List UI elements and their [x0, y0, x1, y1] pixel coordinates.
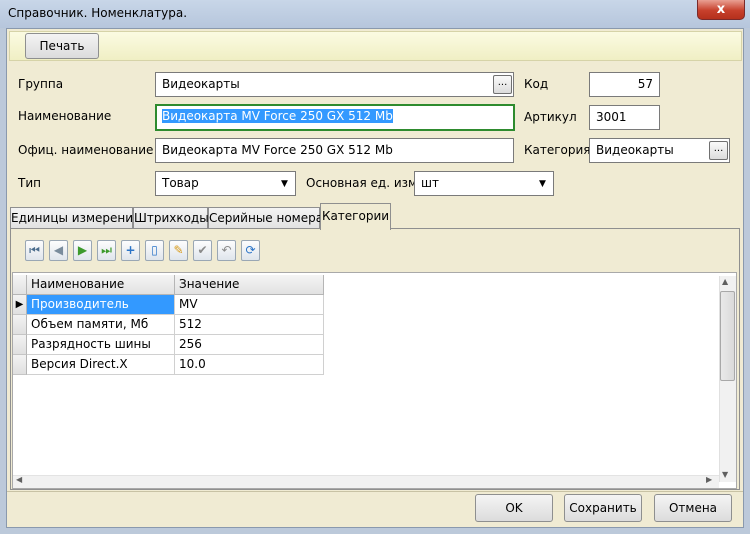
type-select[interactable]: Товар	[155, 171, 296, 196]
tab-units[interactable]: Единицы измерения	[10, 207, 140, 228]
row-header	[13, 335, 27, 355]
article-field[interactable]: 3001	[589, 105, 660, 130]
scrollbar-thumb[interactable]	[720, 291, 735, 381]
footer-divider	[7, 491, 743, 492]
category-select-button[interactable]: ...	[709, 141, 728, 160]
unit-dropdown-arrow-icon[interactable]: ▼	[539, 173, 546, 195]
grid-corner	[13, 275, 27, 295]
group-label: Группа	[18, 77, 64, 91]
name-value: Видеокарта MV Force 250 GX 512 Mb	[162, 109, 393, 123]
grid-cell-name[interactable]: Производитель	[27, 295, 175, 315]
tab-barcodes[interactable]: Штрихкоды	[133, 207, 209, 228]
current-row-indicator-icon: ▶	[13, 295, 27, 315]
grid-cell-name[interactable]: Версия Direct.X	[27, 355, 175, 375]
grid-cell-name[interactable]: Объем памяти, Мб	[27, 315, 175, 335]
window-title: Справочник. Номенклатура.	[8, 6, 188, 20]
grid-cell-name[interactable]: Разрядность шины	[27, 335, 175, 355]
add-record-icon[interactable]: +	[121, 240, 140, 261]
category-label: Категория	[524, 143, 591, 157]
grid-cell-value[interactable]: MV	[175, 295, 324, 315]
grid-cell-value[interactable]: 512	[175, 315, 324, 335]
column-header-name[interactable]: Наименование	[27, 275, 175, 295]
first-record-icon[interactable]: ⏮	[25, 240, 44, 261]
last-record-icon[interactable]: ⏭	[97, 240, 116, 261]
window-close-button[interactable]: x	[697, 0, 745, 20]
next-record-icon[interactable]: ▶	[73, 240, 92, 261]
group-field[interactable]: Видеокарты	[155, 72, 514, 97]
type-dropdown-arrow-icon[interactable]: ▼	[281, 173, 288, 195]
toolbar	[9, 31, 742, 61]
post-record-icon[interactable]: ✔	[193, 240, 212, 261]
print-button[interactable]: Печать	[25, 33, 99, 59]
unit-value: шт	[421, 176, 439, 190]
grid-horizontal-scrollbar[interactable]	[13, 475, 719, 488]
unit-select[interactable]: шт	[414, 171, 554, 196]
article-value: 3001	[596, 110, 627, 124]
ok-button[interactable]: OK	[475, 494, 553, 522]
category-value: Видеокарты	[596, 143, 674, 157]
edit-record-icon[interactable]: ✎	[169, 240, 188, 261]
scroll-left-arrow-icon[interactable]: ◀	[16, 475, 22, 484]
scroll-up-arrow-icon[interactable]: ▲	[722, 277, 728, 286]
code-label: Код	[524, 77, 549, 91]
row-header	[13, 355, 27, 375]
delete-record-icon[interactable]: ▯	[145, 240, 164, 261]
grid-cell-value[interactable]: 256	[175, 335, 324, 355]
tab-categories[interactable]: Категории	[320, 203, 391, 230]
official-name-value: Видеокарта MV Force 250 GX 512 Mb	[162, 143, 393, 157]
official-name-label: Офиц. наименование	[18, 143, 154, 157]
unit-label: Основная ед. изм.	[306, 176, 421, 190]
row-header	[13, 315, 27, 335]
grid-cell-value[interactable]: 10.0	[175, 355, 324, 375]
code-value: 57	[637, 77, 653, 91]
name-label: Наименование	[18, 109, 112, 123]
save-button[interactable]: Сохранить	[564, 494, 642, 522]
tab-serial-numbers[interactable]: Серийные номера	[208, 207, 323, 228]
article-label: Артикул	[524, 110, 577, 124]
type-label: Тип	[18, 176, 41, 190]
column-header-value[interactable]: Значение	[175, 275, 324, 295]
official-name-field[interactable]: Видеокарта MV Force 250 GX 512 Mb	[155, 138, 514, 163]
group-value: Видеокарты	[162, 77, 240, 91]
prev-record-icon[interactable]: ◀	[49, 240, 68, 261]
group-select-button[interactable]: ...	[493, 75, 512, 94]
name-field[interactable]: Видеокарта MV Force 250 GX 512 Mb	[155, 104, 515, 131]
cancel-record-icon[interactable]: ↶	[217, 240, 236, 261]
scroll-right-arrow-icon[interactable]: ▶	[706, 475, 712, 484]
cancel-button[interactable]: Отмена	[654, 494, 732, 522]
type-value: Товар	[162, 176, 199, 190]
code-field[interactable]: 57	[589, 72, 660, 97]
scroll-down-arrow-icon[interactable]: ▼	[722, 470, 728, 479]
refresh-icon[interactable]: ⟳	[241, 240, 260, 261]
